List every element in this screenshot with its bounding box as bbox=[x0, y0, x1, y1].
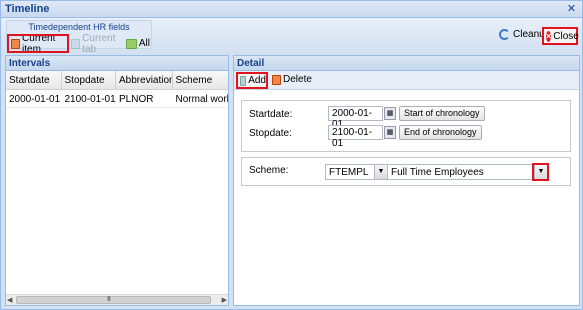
stopdate-calendar-icon[interactable]: ▦ bbox=[384, 126, 396, 139]
close-label: Close bbox=[553, 30, 579, 42]
scheme-code-dropdown-icon[interactable]: ▼ bbox=[374, 165, 387, 179]
col-stopdate[interactable]: Stopdate bbox=[62, 71, 117, 89]
intervals-title: Intervals bbox=[6, 56, 228, 71]
current-tab-icon bbox=[71, 38, 81, 49]
delete-button[interactable]: Delete bbox=[272, 74, 312, 85]
add-button[interactable]: Add bbox=[236, 72, 268, 89]
end-of-chronology-button[interactable]: End of chronology bbox=[399, 125, 482, 140]
add-icon bbox=[240, 75, 247, 86]
current-tab-label: Current tab bbox=[82, 32, 116, 55]
current-tab-button[interactable]: Current tab bbox=[69, 33, 124, 55]
detail-title: Detail bbox=[234, 56, 579, 71]
scheme-fieldset: Scheme: FTEMPL ▼ Full Time Employees ▼ bbox=[241, 157, 571, 186]
startdate-calendar-icon[interactable]: ▦ bbox=[384, 107, 396, 120]
all-button[interactable]: All bbox=[124, 36, 152, 51]
scheme-name-dropdown-icon[interactable]: ▼ bbox=[532, 163, 549, 181]
col-startdate[interactable]: Startdate bbox=[6, 71, 62, 89]
add-label: Add bbox=[248, 75, 266, 86]
timedependent-group: Timedependent HR fields Current item Cur… bbox=[6, 20, 152, 55]
table-row[interactable]: 2000-01-01 2100-01-01 PLNOR Normal workw… bbox=[6, 90, 228, 108]
detail-panel: Detail Add Delete Startdate: 2000-01-01 … bbox=[233, 55, 580, 306]
delete-label: Delete bbox=[283, 74, 312, 85]
delete-icon bbox=[272, 74, 281, 85]
col-scheme[interactable]: Scheme bbox=[173, 71, 229, 89]
stopdate-field[interactable]: 2100-01-01 bbox=[328, 125, 383, 149]
refresh-icon bbox=[499, 29, 510, 40]
cell-stopdate: 2100-01-01 bbox=[64, 94, 116, 105]
scheme-code-value: FTEMPL bbox=[329, 167, 369, 178]
current-item-icon bbox=[11, 38, 21, 49]
title-bar: Timeline ✕ bbox=[1, 1, 582, 18]
close-circle-icon: × bbox=[546, 30, 552, 42]
timeline-window: Timeline ✕ Timedependent HR fields Curre… bbox=[0, 0, 583, 310]
scroll-grip: III bbox=[107, 296, 111, 303]
scheme-label: Scheme: bbox=[249, 165, 289, 176]
scroll-thumb[interactable]: III bbox=[16, 296, 211, 304]
intervals-header: Startdate Stopdate Abbreviation Scheme bbox=[6, 71, 228, 90]
current-item-button[interactable]: Current item bbox=[7, 33, 69, 55]
stopdate-label: Stopdate: bbox=[249, 128, 292, 139]
horizontal-scrollbar[interactable]: ◀ III ▶ bbox=[6, 294, 228, 305]
current-item-label: Current item bbox=[22, 32, 56, 55]
startdate-field[interactable]: 2000-01-01 bbox=[328, 106, 383, 130]
detail-toolbar: Add Delete bbox=[234, 71, 579, 90]
scroll-right-icon[interactable]: ▶ bbox=[222, 296, 227, 304]
cell-abbreviation: PLNOR bbox=[119, 94, 154, 105]
cell-startdate: 2000-01-01 bbox=[9, 94, 61, 105]
toolbar: Timedependent HR fields Current item Cur… bbox=[1, 18, 582, 55]
all-icon bbox=[126, 38, 137, 49]
cell-scheme: Normal workwe bbox=[175, 94, 229, 105]
scheme-name-value: Full Time Employees bbox=[391, 167, 484, 178]
group-title: Timedependent HR fields bbox=[28, 22, 130, 32]
scroll-left-icon[interactable]: ◀ bbox=[7, 296, 12, 304]
intervals-panel: Intervals Startdate Stopdate Abbreviatio… bbox=[5, 55, 229, 306]
dates-fieldset: Startdate: 2000-01-01 ▦ Start of chronol… bbox=[241, 100, 571, 152]
start-of-chronology-button[interactable]: Start of chronology bbox=[399, 106, 485, 121]
window-close-icon[interactable]: ✕ bbox=[566, 4, 577, 15]
col-abbreviation[interactable]: Abbreviation bbox=[116, 71, 173, 89]
close-button[interactable]: × Close bbox=[542, 27, 579, 45]
window-title: Timeline bbox=[5, 3, 50, 15]
all-label: All bbox=[138, 38, 150, 49]
scheme-name-select[interactable]: Full Time Employees bbox=[387, 164, 549, 180]
startdate-label: Startdate: bbox=[249, 109, 293, 120]
